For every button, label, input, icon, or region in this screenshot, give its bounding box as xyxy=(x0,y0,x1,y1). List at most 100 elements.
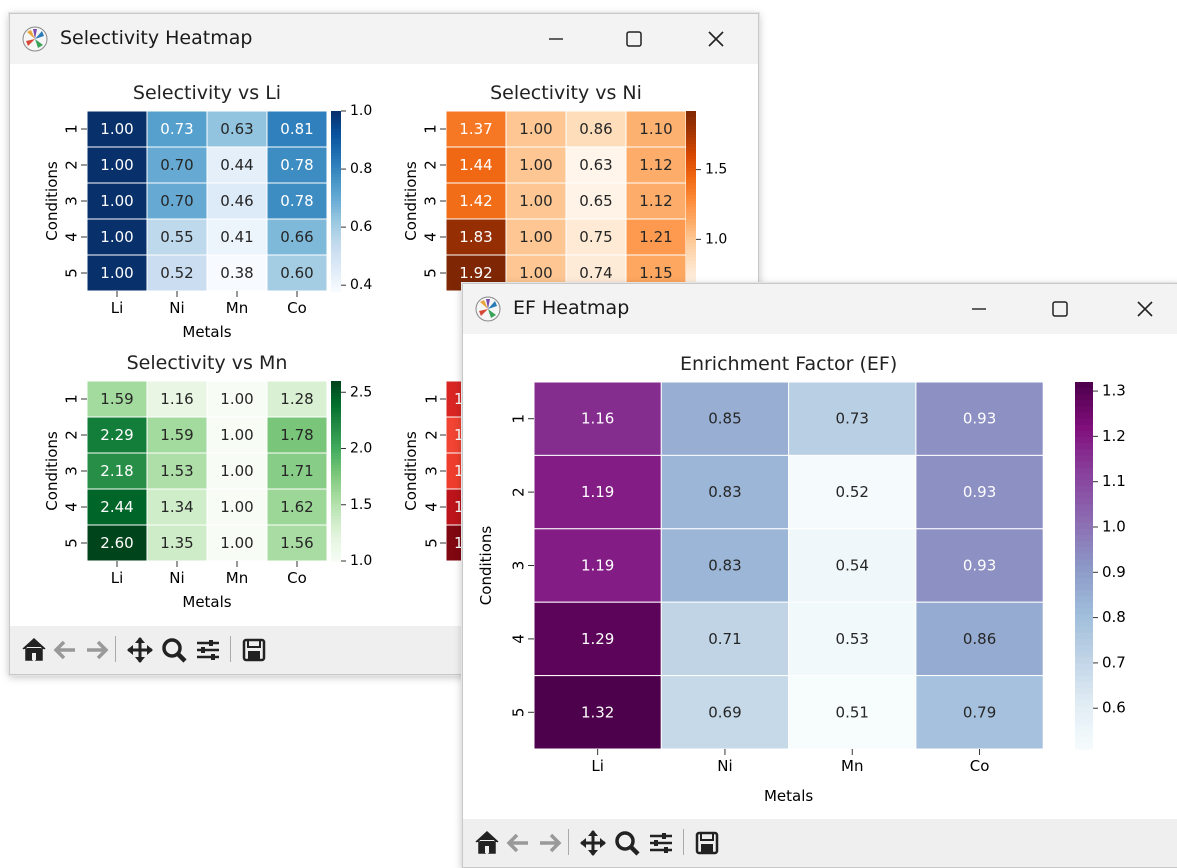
colorbar-tick-label: 1.5 xyxy=(705,162,727,178)
colorbar-segment xyxy=(1075,412,1093,420)
colorbar-segment xyxy=(1075,632,1093,640)
cell-label: 1.56 xyxy=(280,534,313,552)
cell-label: 0.63 xyxy=(579,156,612,174)
cell-label: 2.44 xyxy=(100,498,133,516)
zoom-button[interactable] xyxy=(160,636,188,664)
forward-arrow-button[interactable] xyxy=(83,636,111,664)
colorbar-segment xyxy=(1075,455,1093,463)
home-button[interactable] xyxy=(473,829,501,857)
heatmap-selectivity-vs-mn: Selectivity vs Mn 1.59 1.16 1.00 1.28 2.29 1.5… xyxy=(43,352,372,611)
cell-label: 1.35 xyxy=(160,534,193,552)
minimize-button[interactable] xyxy=(959,292,999,326)
toolbar-separator xyxy=(568,829,569,855)
close-icon xyxy=(708,31,724,47)
minimize-button[interactable] xyxy=(536,22,576,56)
cell-label: 1.00 xyxy=(100,228,133,246)
x-tick-label: Co xyxy=(287,569,307,587)
colorbar-segment xyxy=(1075,485,1093,493)
colorbar-segment xyxy=(1075,553,1093,560)
colorbar-segment xyxy=(1075,547,1093,554)
forward-arrow-button[interactable] xyxy=(536,829,564,857)
cell-label: 0.73 xyxy=(836,410,869,428)
y-tick-label: 4 xyxy=(63,502,81,512)
cell-label: 1.00 xyxy=(519,156,552,174)
y-tick-label: 3 xyxy=(510,561,528,571)
minimize-icon xyxy=(972,308,986,310)
cell-label: 1.78 xyxy=(280,426,313,444)
cell-label: 1.00 xyxy=(220,534,253,552)
save-button[interactable] xyxy=(693,829,721,857)
y-tick-label: 1 xyxy=(63,394,81,404)
cell-label: 0.41 xyxy=(220,228,253,246)
colorbar-segment xyxy=(331,288,341,292)
y-tick-label: 5 xyxy=(63,538,81,548)
window-title: EF Heatmap xyxy=(513,297,630,319)
cell-label: 1.21 xyxy=(639,228,672,246)
cell-label: 0.79 xyxy=(963,703,996,721)
save-button[interactable] xyxy=(240,636,268,664)
colorbar-segment xyxy=(1075,700,1093,707)
cell-label: 0.86 xyxy=(963,630,996,648)
x-tick-label: Ni xyxy=(169,299,184,317)
save-icon xyxy=(695,831,719,855)
cell-label: 1.53 xyxy=(160,462,193,480)
title-bar[interactable]: Selectivity Heatmap xyxy=(10,14,758,64)
pan-button[interactable] xyxy=(126,636,154,664)
close-button[interactable] xyxy=(1125,292,1165,326)
colorbar-segment xyxy=(1075,681,1093,689)
home-button[interactable] xyxy=(20,636,48,664)
cell-label: 1.59 xyxy=(160,426,193,444)
y-tick-label: 2 xyxy=(63,160,81,170)
y-tick-label: 4 xyxy=(422,232,440,242)
maximize-button[interactable] xyxy=(1040,292,1080,326)
back-arrow-button[interactable] xyxy=(504,829,532,857)
cell-label: 0.46 xyxy=(220,192,253,210)
pan-button[interactable] xyxy=(579,829,607,857)
colorbar-segment xyxy=(1075,559,1093,567)
ef-figure-canvas[interactable]: Enrichment Factor (EF)1.16 0.85 0.73 0.931.… xyxy=(463,334,1177,819)
title-bar[interactable]: EF Heatmap xyxy=(463,284,1177,334)
colorbar-segment xyxy=(1075,638,1093,646)
back-arrow-button[interactable] xyxy=(51,636,79,664)
cell-label: 0.71 xyxy=(708,630,741,648)
x-tick-label: Mn xyxy=(841,757,863,775)
maximize-button[interactable] xyxy=(614,22,654,56)
colorbar-tick-label: 1.0 xyxy=(1102,517,1126,535)
colorbar-tick-label: 2.0 xyxy=(350,441,372,457)
cell-label: 0.55 xyxy=(160,228,193,246)
close-button[interactable] xyxy=(696,22,736,56)
colorbar-tick-label: 0.8 xyxy=(350,161,372,177)
cell-label: 1.00 xyxy=(519,228,552,246)
colorbar-segment xyxy=(1075,687,1093,695)
colorbar-segment xyxy=(1075,400,1093,408)
chart-title: Selectivity vs Li xyxy=(133,82,281,104)
zoom-button[interactable] xyxy=(613,829,641,857)
x-tick-label: Mn xyxy=(226,569,248,587)
cell-label: 0.44 xyxy=(220,156,253,174)
matplotlib-app-icon xyxy=(22,26,48,52)
cell-label: 1.12 xyxy=(639,156,672,174)
cell-label: 1.00 xyxy=(220,390,253,408)
cell-label: 0.75 xyxy=(579,228,612,246)
ef-heatmap-window: EF Heatmap Enrichment Factor (EF) 1.16 0.8… xyxy=(462,283,1177,868)
cell-label: 0.63 xyxy=(220,120,253,138)
cell-label: 1.92 xyxy=(459,264,492,282)
configure-subplots-button[interactable] xyxy=(647,829,675,857)
y-tick-label: 1 xyxy=(422,124,440,134)
x-tick-label: Ni xyxy=(169,569,184,587)
configure-subplots-button[interactable] xyxy=(194,636,222,664)
home-icon xyxy=(475,830,499,854)
y-tick-label: 1 xyxy=(510,414,528,424)
pan-icon xyxy=(580,830,606,856)
cell-label: 1.00 xyxy=(220,462,253,480)
cell-label: 0.93 xyxy=(963,557,996,575)
chart-title: Enrichment Factor (EF) xyxy=(680,353,897,375)
y-tick-label: 5 xyxy=(422,268,440,278)
cell-label: 1.00 xyxy=(100,156,133,174)
colorbar-segment xyxy=(1075,467,1093,475)
cell-label: 1.00 xyxy=(519,192,552,210)
colorbar-segment xyxy=(1075,589,1093,597)
close-icon xyxy=(1137,301,1153,317)
colorbar-segment xyxy=(1075,382,1093,389)
x-tick-label: Li xyxy=(111,299,124,317)
